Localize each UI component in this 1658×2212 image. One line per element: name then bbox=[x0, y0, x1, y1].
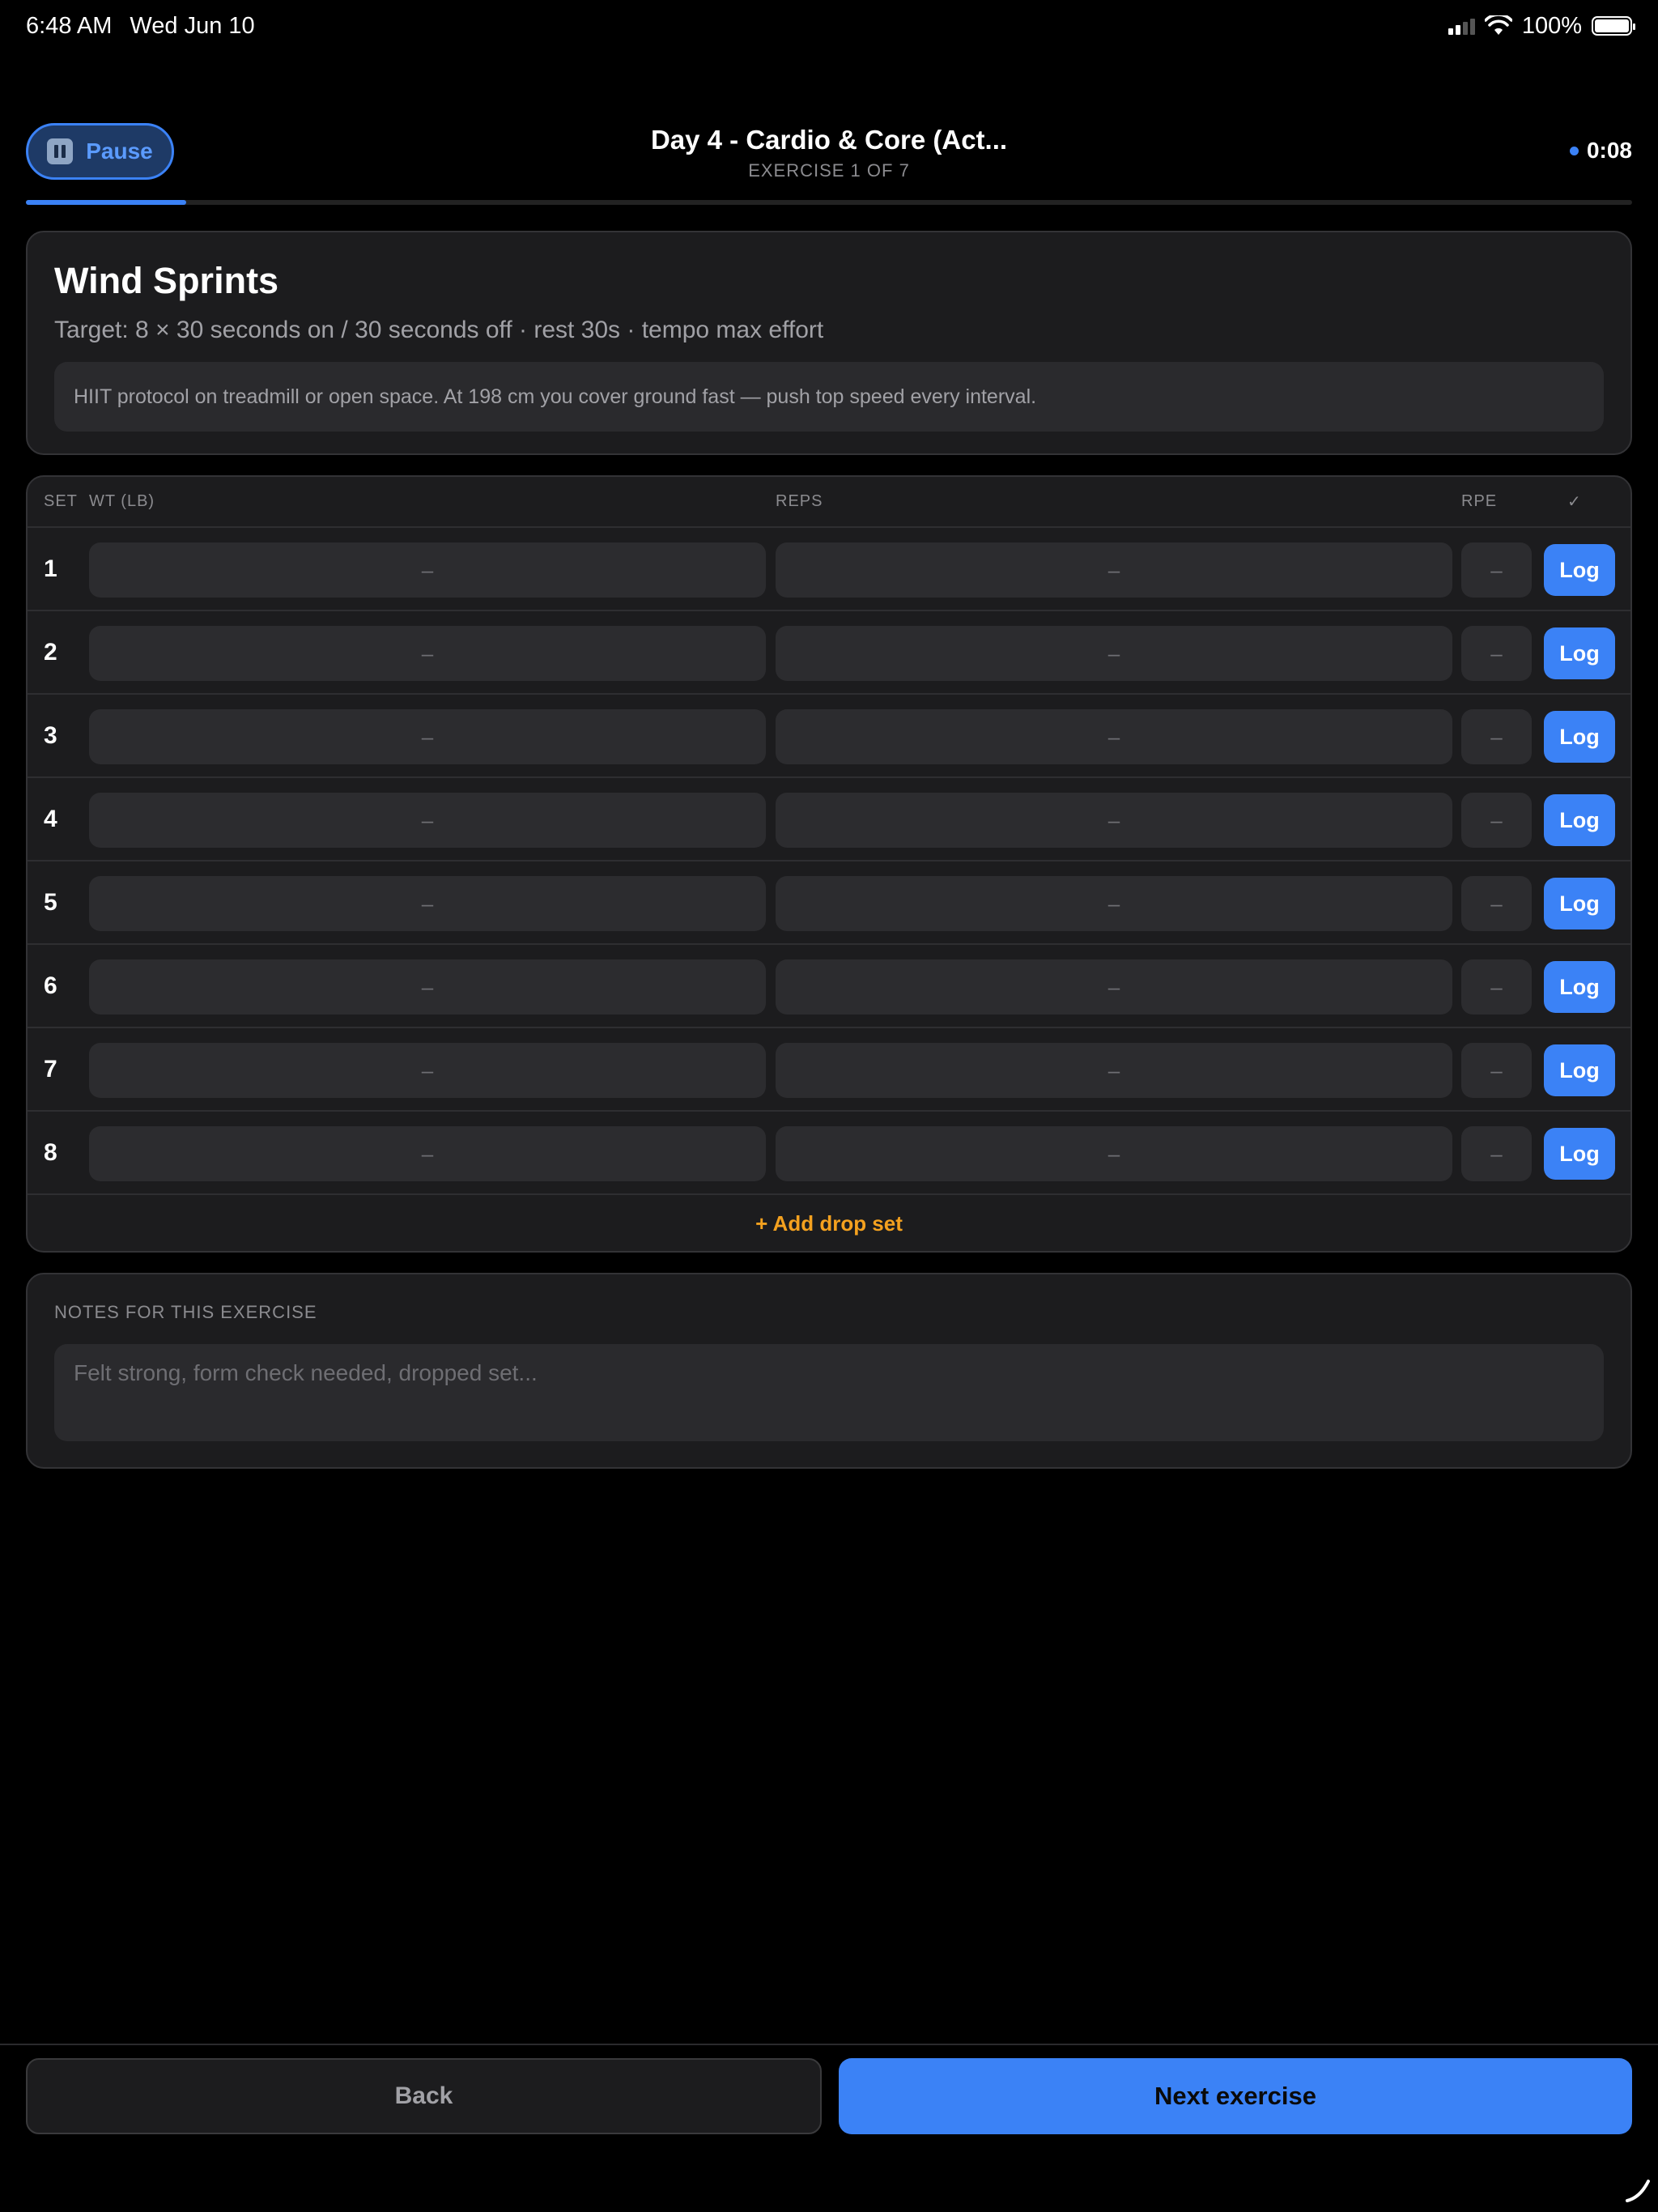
weight-input[interactable]: – bbox=[89, 1126, 766, 1181]
wifi-icon bbox=[1484, 15, 1512, 35]
reps-input[interactable]: – bbox=[776, 876, 1452, 931]
status-left: 6:48 AM Wed Jun 10 bbox=[26, 13, 255, 40]
log-set-button[interactable]: Log bbox=[1544, 794, 1615, 846]
reps-input[interactable]: – bbox=[776, 1126, 1452, 1181]
status-time: 6:48 AM bbox=[26, 12, 113, 39]
workout-header: Day 4 - Cardio & Core (Act... EXERCISE 1… bbox=[26, 121, 1632, 181]
set-row: 8– – – Log bbox=[28, 1112, 1630, 1195]
header-center: Day 4 - Cardio & Core (Act... EXERCISE 1… bbox=[26, 121, 1632, 181]
pause-icon bbox=[47, 138, 74, 164]
set-number: 5 bbox=[44, 888, 57, 916]
log-set-button[interactable]: Log bbox=[1544, 711, 1615, 763]
rpe-input[interactable]: – bbox=[1461, 876, 1532, 931]
set-number: 8 bbox=[44, 1138, 57, 1166]
timer-value: 0:08 bbox=[1586, 138, 1632, 163]
exercise-target: Target: 8 × 30 seconds on / 30 seconds o… bbox=[54, 317, 824, 343]
weight-input[interactable]: – bbox=[89, 709, 766, 764]
set-row: 6– – – Log bbox=[28, 945, 1630, 1028]
log-set-button[interactable]: Log bbox=[1544, 1128, 1615, 1180]
workout-title: Day 4 - Cardio & Core (Act... bbox=[650, 125, 1008, 155]
back-button[interactable]: Back bbox=[26, 2058, 822, 2134]
set-number: 4 bbox=[44, 805, 57, 832]
footer-divider bbox=[0, 2044, 1658, 2045]
elapsed-timer: 0:08 bbox=[1569, 138, 1632, 164]
header-weight: WT (LB) bbox=[89, 492, 155, 510]
set-row: 3– – – Log bbox=[28, 695, 1630, 778]
weight-input[interactable]: – bbox=[89, 876, 766, 931]
notes-label: NOTES FOR THIS EXERCISE bbox=[54, 1302, 317, 1322]
pause-button[interactable]: Pause bbox=[26, 123, 174, 180]
timer-dot-icon bbox=[1569, 146, 1579, 155]
rpe-input[interactable]: – bbox=[1461, 959, 1532, 1015]
set-number: 3 bbox=[44, 721, 57, 749]
reps-input[interactable]: – bbox=[776, 793, 1452, 848]
reps-input[interactable]: – bbox=[776, 1043, 1452, 1098]
header-rpe: RPE bbox=[1461, 492, 1498, 510]
weight-input[interactable]: – bbox=[89, 542, 766, 598]
workout-progress-bar bbox=[26, 200, 1632, 205]
exercise-card: Wind Sprints Target: 8 × 30 seconds on /… bbox=[26, 231, 1632, 455]
log-set-button[interactable]: Log bbox=[1544, 544, 1615, 596]
reps-input[interactable]: – bbox=[776, 709, 1452, 764]
rpe-input[interactable]: – bbox=[1461, 1043, 1532, 1098]
log-set-button[interactable]: Log bbox=[1544, 627, 1615, 679]
notes-card: NOTES FOR THIS EXERCISE bbox=[26, 1273, 1632, 1469]
cellular-signal-icon bbox=[1448, 17, 1475, 35]
exercise-description: HIIT protocol on treadmill or open space… bbox=[54, 362, 1604, 432]
rpe-input[interactable]: – bbox=[1461, 793, 1532, 848]
next-exercise-button[interactable]: Next exercise bbox=[839, 2058, 1632, 2134]
reps-input[interactable]: – bbox=[776, 959, 1452, 1015]
check-icon: ✓ bbox=[1567, 493, 1582, 511]
status-right: 100% bbox=[1448, 12, 1635, 40]
set-number: 1 bbox=[44, 555, 57, 582]
set-number: 7 bbox=[44, 1055, 57, 1083]
set-row: 2– – – Log bbox=[28, 611, 1630, 695]
add-drop-set-button[interactable]: + Add drop set bbox=[28, 1195, 1630, 1251]
reps-input[interactable]: – bbox=[776, 626, 1452, 681]
status-bar: 6:48 AM Wed Jun 10 100% bbox=[0, 0, 1658, 52]
status-date: Wed Jun 10 bbox=[130, 12, 255, 39]
weight-input[interactable]: – bbox=[89, 959, 766, 1015]
log-set-button[interactable]: Log bbox=[1544, 1044, 1615, 1096]
set-row: 5– – – Log bbox=[28, 861, 1630, 945]
pause-label: Pause bbox=[86, 138, 153, 164]
header-set: SET bbox=[44, 492, 78, 510]
log-set-button[interactable]: Log bbox=[1544, 878, 1615, 929]
set-row: 7– – – Log bbox=[28, 1028, 1630, 1112]
weight-input[interactable]: – bbox=[89, 793, 766, 848]
set-number: 6 bbox=[44, 972, 57, 999]
resize-handle-icon bbox=[1626, 2180, 1650, 2202]
battery-icon bbox=[1592, 16, 1635, 36]
set-row: 1– – – Log bbox=[28, 528, 1630, 611]
notes-input[interactable] bbox=[54, 1344, 1604, 1441]
rpe-input[interactable]: – bbox=[1461, 626, 1532, 681]
battery-percentage: 100% bbox=[1521, 12, 1582, 39]
weight-input[interactable]: – bbox=[89, 1043, 766, 1098]
sets-table-header: SET WT (LB) REPS RPE ✓ bbox=[28, 477, 1630, 528]
rpe-input[interactable]: – bbox=[1461, 1126, 1532, 1181]
set-number: 2 bbox=[44, 638, 57, 666]
rpe-input[interactable]: – bbox=[1461, 709, 1532, 764]
reps-input[interactable]: – bbox=[776, 542, 1452, 598]
set-row: 4– – – Log bbox=[28, 778, 1630, 861]
progress-fill bbox=[26, 200, 187, 205]
exercise-name: Wind Sprints bbox=[54, 260, 279, 301]
exercise-counter: EXERCISE 1 OF 7 bbox=[748, 160, 910, 181]
set-rows: 1– – – Log 2– – – Log 3– – – Log 4– – – Log 5– – – Log 6– – – L… bbox=[28, 528, 1630, 1195]
log-set-button[interactable]: Log bbox=[1544, 961, 1615, 1013]
header-reps: REPS bbox=[776, 492, 823, 510]
rpe-input[interactable]: – bbox=[1461, 542, 1532, 598]
sets-table: SET WT (LB) REPS RPE ✓ 1– – – Log 2– – – Log 3– –… bbox=[26, 475, 1632, 1253]
weight-input[interactable]: – bbox=[89, 626, 766, 681]
